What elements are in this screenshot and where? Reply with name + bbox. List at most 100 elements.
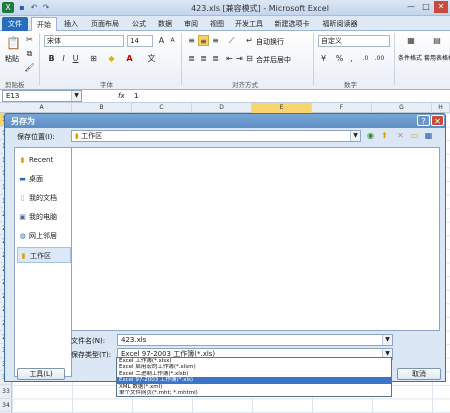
align-left-icon[interactable]: ≣: [186, 53, 197, 64]
tools-button[interactable]: 工具(L): [17, 368, 65, 380]
views-icon[interactable]: ▦: [423, 130, 434, 141]
undo-icon[interactable]: ↶: [28, 2, 40, 13]
column-header-h[interactable]: H: [432, 103, 450, 113]
paste-icon[interactable]: 📋: [6, 35, 21, 51]
align-bottom-icon[interactable]: ≡: [210, 35, 221, 46]
chevron-down-icon[interactable]: ▼: [71, 91, 81, 101]
align-center-icon[interactable]: ≣: [198, 53, 209, 64]
place-label: 网上邻居: [29, 232, 57, 240]
row-number[interactable]: 34: [0, 399, 12, 413]
tab-foxit-reader[interactable]: 福昕阅读器: [318, 17, 362, 31]
column-header-a[interactable]: A: [12, 103, 72, 113]
tab-insert[interactable]: 插入: [60, 17, 82, 31]
align-middle-icon[interactable]: ≡: [198, 35, 209, 46]
increase-decimal-icon[interactable]: .0: [360, 53, 371, 64]
font-color-icon[interactable]: A: [124, 53, 135, 64]
font-name-box[interactable]: 宋体: [44, 35, 124, 47]
conditional-format-icon[interactable]: ▦: [404, 35, 418, 49]
phonetic-icon[interactable]: 文: [146, 53, 157, 64]
dialog-close-button[interactable]: ✕: [431, 115, 444, 126]
save-location-combo[interactable]: ▮ 工作区 ▼: [71, 130, 361, 142]
shrink-font-icon[interactable]: A: [167, 35, 178, 46]
excel-logo-icon[interactable]: X: [2, 2, 14, 13]
tab-new-tab[interactable]: 新建选项卡: [270, 17, 314, 31]
tab-file[interactable]: 文件: [2, 17, 28, 31]
filename-input[interactable]: 423.xls ▼: [117, 334, 393, 346]
merge-center-icon[interactable]: ⊟: [244, 53, 255, 64]
recent-folder-icon: ▮: [20, 156, 25, 164]
filetype-option[interactable]: 单个文件网页(*.mht; *.mhtml): [117, 390, 391, 396]
copy-icon[interactable]: ⧉: [24, 48, 35, 59]
borders-icon[interactable]: ⊞: [88, 53, 99, 64]
comma-button[interactable]: ,: [346, 53, 357, 64]
number-format-box[interactable]: 自定义: [318, 35, 390, 47]
currency-icon[interactable]: ¥: [318, 53, 329, 64]
minimize-button[interactable]: —: [404, 1, 418, 13]
place-desktop[interactable]: ▬ 桌面: [17, 171, 71, 187]
chevron-down-icon[interactable]: ▼: [382, 335, 392, 345]
back-icon[interactable]: ◉: [365, 130, 376, 141]
formula-input[interactable]: 1: [134, 92, 138, 100]
underline-button[interactable]: U: [70, 53, 81, 64]
redo-icon[interactable]: ↷: [40, 2, 52, 13]
save-icon[interactable]: ▪: [16, 2, 28, 13]
table-format-button[interactable]: 套用表格格式: [424, 53, 450, 62]
conditional-format-button[interactable]: 条件格式: [398, 53, 422, 62]
place-folder[interactable]: ▮ 工作区: [17, 247, 71, 263]
decrease-decimal-icon[interactable]: .00: [374, 53, 385, 64]
place-my-documents[interactable]: ▯ 我的文档: [17, 190, 71, 206]
help-button[interactable]: ?: [417, 115, 430, 126]
up-folder-icon[interactable]: ⬆: [379, 130, 390, 141]
tab-formulas[interactable]: 公式: [128, 17, 150, 31]
font-size-box[interactable]: 14: [127, 35, 153, 47]
column-header-c[interactable]: C: [132, 103, 192, 113]
format-painter-icon[interactable]: 🖌: [24, 62, 35, 73]
my-documents-icon: ▯: [20, 194, 25, 202]
orientation-icon[interactable]: ⟋: [226, 35, 237, 46]
paste-label[interactable]: 粘贴: [5, 54, 19, 64]
tab-view[interactable]: 视图: [206, 17, 228, 31]
tab-page-layout[interactable]: 页面布局: [86, 17, 124, 31]
bold-button[interactable]: B: [46, 53, 57, 64]
column-header-d[interactable]: D: [192, 103, 252, 113]
filename-label: 文件名(N):: [71, 337, 106, 345]
table-format-icon[interactable]: ▤: [430, 35, 444, 49]
chevron-down-icon[interactable]: ▼: [350, 131, 360, 141]
close-button[interactable]: ✕: [434, 1, 448, 13]
name-box-value: E13: [6, 92, 20, 100]
wrap-text-button[interactable]: 自动换行: [256, 37, 284, 47]
window-title: 423.xls [兼容模式] - Microsoft Excel: [191, 4, 329, 13]
cut-icon[interactable]: ✂: [24, 34, 35, 45]
place-label: 工作区: [30, 252, 51, 260]
row-number[interactable]: 33: [0, 385, 12, 399]
formula-bar: E13 ▼ fx 1: [0, 90, 450, 103]
dialog-title: 另存为: [11, 117, 35, 126]
italic-button[interactable]: I: [58, 53, 69, 64]
fill-color-icon[interactable]: ◆: [106, 53, 117, 64]
percent-button[interactable]: %: [334, 53, 345, 64]
delete-icon[interactable]: ✕: [395, 130, 406, 141]
merge-center-button[interactable]: 合并后居中: [256, 55, 291, 65]
restore-button[interactable]: □: [419, 1, 433, 13]
column-header-f[interactable]: F: [312, 103, 372, 113]
wrap-text-icon[interactable]: ↵: [244, 35, 255, 46]
tab-review[interactable]: 审阅: [180, 17, 202, 31]
tab-home[interactable]: 开始: [31, 17, 57, 31]
folder-icon: ▮: [21, 252, 26, 260]
place-network[interactable]: ◍ 网上邻居: [17, 228, 71, 244]
align-right-icon[interactable]: ≣: [210, 53, 221, 64]
column-header-b[interactable]: B: [72, 103, 132, 113]
tab-data[interactable]: 数据: [154, 17, 176, 31]
file-list[interactable]: [71, 147, 440, 331]
name-box[interactable]: E13 ▼: [2, 90, 82, 102]
place-recent-folder[interactable]: ▮ Recent: [17, 152, 71, 168]
column-header-e[interactable]: E: [252, 103, 312, 113]
align-top-icon[interactable]: ≡: [186, 35, 197, 46]
grow-font-icon[interactable]: A: [156, 35, 167, 46]
new-folder-icon[interactable]: ▭: [409, 130, 420, 141]
tab-developer[interactable]: 开发工具: [232, 17, 266, 31]
cancel-button[interactable]: 取消: [397, 368, 441, 380]
column-header-g[interactable]: G: [372, 103, 432, 113]
place-my-computer[interactable]: ▣ 我的电脑: [17, 209, 71, 225]
fx-icon[interactable]: fx: [118, 92, 125, 100]
